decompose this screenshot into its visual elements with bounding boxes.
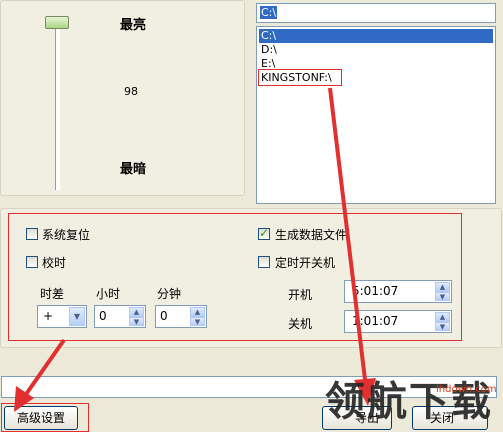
chevron-up-icon[interactable]: ▲ <box>190 307 205 317</box>
minute-stepper-buttons[interactable]: ▲ ▼ <box>190 307 205 326</box>
hour-stepper-buttons[interactable]: ▲ ▼ <box>129 307 144 326</box>
power-off-time-buttons[interactable]: ▲ ▼ <box>435 312 450 331</box>
advanced-settings-highlight-box <box>1 403 89 432</box>
system-reset-label: 系统复位 <box>42 228 91 242</box>
drive-list-item[interactable]: C:\ <box>259 29 493 43</box>
chevron-up-icon[interactable]: ▲ <box>129 307 144 317</box>
power-on-label: 开机 <box>288 288 313 302</box>
system-reset-checkbox[interactable] <box>26 228 38 240</box>
time-sync-checkbox[interactable] <box>26 256 38 268</box>
drive-highlight-box <box>258 69 342 86</box>
chevron-down-icon[interactable]: ▼ <box>435 321 450 331</box>
chevron-down-icon[interactable]: ▼ <box>129 316 144 326</box>
chevron-down-icon[interactable]: ▼ <box>69 307 85 326</box>
brightness-slider-thumb[interactable] <box>45 16 69 30</box>
power-on-time-buttons[interactable]: ▲ ▼ <box>435 282 450 301</box>
hour-value: 0 <box>99 309 107 323</box>
drive-path-field[interactable]: C:\ <box>256 3 496 23</box>
watermark-url: lhdown.com <box>436 384 497 395</box>
chevron-up-icon[interactable]: ▲ <box>435 282 450 292</box>
generate-data-file-label: 生成数据文件 <box>275 228 348 242</box>
time-sync-label: 校时 <box>42 256 67 270</box>
brightness-max-label: 最亮 <box>120 18 147 33</box>
hour-label: 小时 <box>96 287 121 301</box>
power-off-time-value: 1:01:07 <box>352 314 399 328</box>
brightness-min-label: 最暗 <box>120 162 147 177</box>
scheduled-power-checkbox[interactable] <box>258 256 270 268</box>
offset-sign-value: + <box>43 309 54 323</box>
minute-value: 0 <box>160 309 168 323</box>
power-on-time-value: 5:01:07 <box>352 284 399 298</box>
generate-data-file-checkbox[interactable] <box>258 226 270 240</box>
power-on-time-field[interactable]: 5:01:07 ▲ ▼ <box>344 280 452 303</box>
hour-stepper[interactable]: 0 ▲ ▼ <box>94 305 146 328</box>
chevron-down-icon[interactable]: ▼ <box>435 291 450 301</box>
scheduled-power-label: 定时开关机 <box>275 256 336 270</box>
drive-path-value: C:\ <box>260 6 278 19</box>
minute-stepper[interactable]: 0 ▲ ▼ <box>155 305 207 328</box>
brightness-value: 98 <box>124 85 138 98</box>
chevron-up-icon[interactable]: ▲ <box>435 312 450 322</box>
minute-label: 分钟 <box>157 287 182 301</box>
offset-sign-select[interactable]: + ▼ <box>37 305 87 328</box>
timezone-label: 时差 <box>40 287 65 301</box>
chevron-down-icon[interactable]: ▼ <box>190 316 205 326</box>
brightness-slider-track[interactable] <box>55 18 60 190</box>
drive-list-item[interactable]: D:\ <box>259 43 493 57</box>
drive-list[interactable]: C:\ D:\ E:\ KINGSTONF:\ <box>256 26 496 204</box>
power-off-time-field[interactable]: 1:01:07 ▲ ▼ <box>344 310 452 333</box>
power-off-label: 关机 <box>288 317 313 331</box>
